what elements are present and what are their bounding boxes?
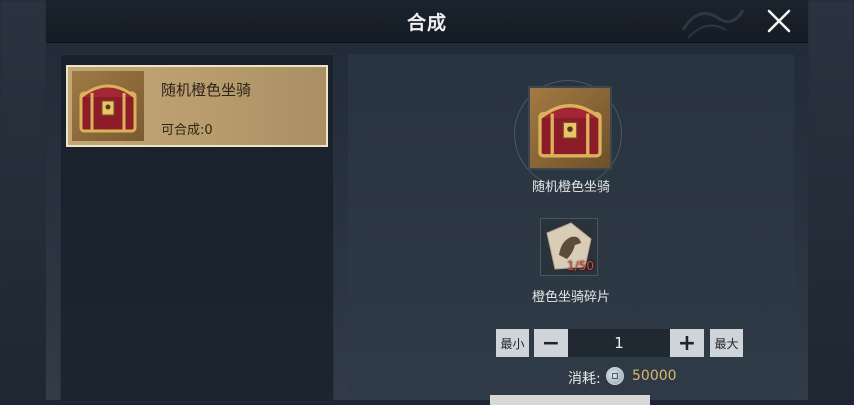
background-right-edge	[808, 0, 854, 400]
quantity-increment-button[interactable]: +	[670, 329, 704, 357]
dialog-titlebar: 合成	[46, 0, 808, 43]
quantity-decrement-button[interactable]: −	[534, 329, 568, 357]
silver-coin-icon	[606, 367, 624, 385]
list-item-name: 随机橙色坐骑	[161, 81, 252, 99]
treasure-chest-icon	[538, 104, 602, 158]
synthesis-detail-panel: 随机橙色坐骑 1/50 橙色坐骑碎片 最小 − 1 + 最大 消耗: 50000	[348, 54, 794, 405]
treasure-chest-icon	[72, 71, 144, 141]
synthesize-button[interactable]	[490, 395, 650, 405]
cost-value: 50000	[632, 368, 677, 384]
synthesis-list-panel: 随机橙色坐骑 可合成:0	[60, 54, 334, 402]
list-item-synth-count: 可合成:0	[161, 123, 213, 138]
plus-icon: +	[677, 330, 697, 356]
target-item-slot[interactable]	[528, 86, 612, 170]
quantity-min-button[interactable]: 最小	[496, 329, 529, 357]
quantity-input[interactable]: 1	[568, 329, 670, 357]
minus-icon: −	[541, 330, 561, 356]
close-button[interactable]	[764, 6, 794, 36]
material-item-slot[interactable]: 1/50	[540, 218, 598, 276]
background-left-edge	[0, 0, 46, 400]
synthesis-dialog: 合成 随机橙色坐骑 可合成:0 随机橙色坐骑 1/50 橙色坐骑碎片 最小 − …	[46, 0, 808, 405]
material-item-name: 橙色坐骑碎片	[531, 290, 610, 305]
quantity-max-button[interactable]: 最大	[710, 329, 743, 357]
target-item-name: 随机橙色坐骑	[531, 180, 610, 195]
material-count: 1/50	[567, 259, 594, 273]
cost-label: 消耗:	[568, 371, 601, 387]
list-item-random-orange-mount[interactable]: 随机橙色坐骑 可合成:0	[66, 65, 328, 147]
close-icon	[767, 9, 791, 33]
dialog-title: 合成	[406, 12, 447, 34]
